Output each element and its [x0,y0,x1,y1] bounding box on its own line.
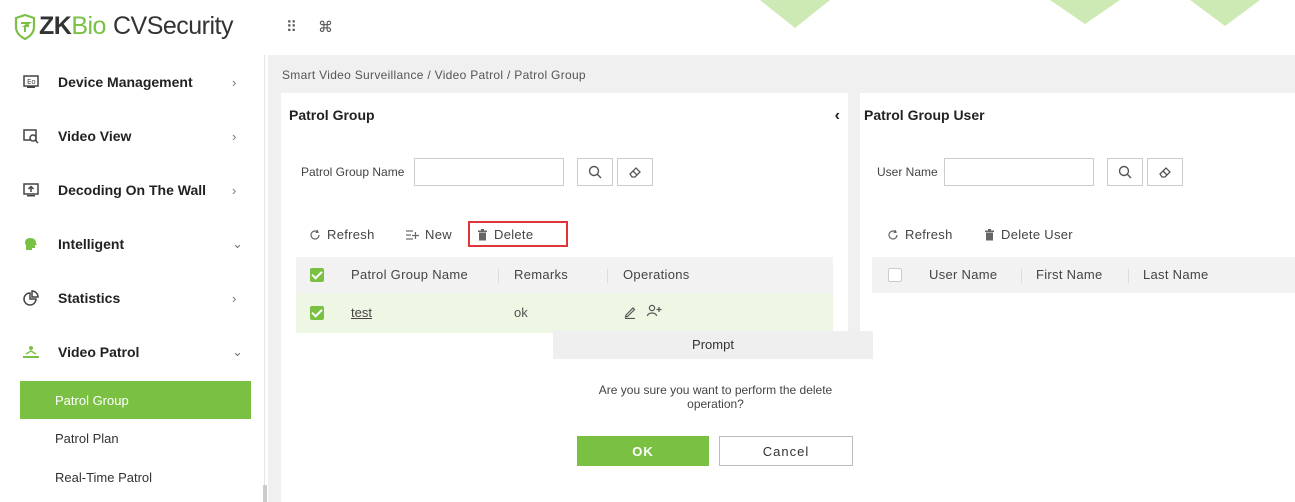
dialog-title: Prompt [553,331,873,359]
column-header-first-name[interactable]: First Name [1036,257,1103,293]
column-header-remarks[interactable]: Remarks [514,257,568,293]
delete-confirm-dialog: Prompt Are you sure you want to perform … [553,331,873,502]
top-bar: ZK Bio CVSecurity ⠿ ⌘ [0,0,1295,55]
user-name-label: User Name [877,165,938,179]
chevron-down-icon: ⌄ [232,236,243,251]
delete-user-button[interactable]: Delete User [984,227,1073,242]
sidebar-item-device-management[interactable]: Eo Device Management › [0,55,265,109]
sidebar-item-intelligent[interactable]: Intelligent ⌄ [0,217,265,271]
delete-user-label: Delete User [1001,227,1073,242]
eraser-icon [1159,167,1171,178]
dialog-message: Are you sure you want to perform the del… [598,383,833,411]
apps-grid-icon[interactable]: ⠿ [286,18,297,36]
search-icon [1118,165,1132,179]
sidebar-item-label: Statistics [58,290,121,306]
patrol-group-user-table-header: User Name First Name Last Name [872,257,1295,293]
sidebar-item-label: Intelligent [58,236,125,252]
breadcrumb: Smart Video Surveillance / Video Patrol … [282,68,586,82]
trash-icon [985,228,994,240]
sidebar-item-label: Device Management [58,74,193,90]
add-user-icon[interactable] [646,304,662,321]
sidebar-item-video-view[interactable]: Video View › [0,109,265,163]
patrol-group-table-header: Patrol Group Name Remarks Operations [296,257,833,293]
delete-highlight-box [468,221,568,247]
add-list-icon [406,229,419,240]
logo-text-cvsecurity: CVSecurity [112,12,234,40]
patrol-group-user-panel: Patrol Group User User Name Refresh Dele… [860,93,1295,502]
shield-logo-icon [14,13,36,40]
new-label: New [425,227,452,242]
clear-button[interactable] [1147,158,1183,186]
logo-text-bio: Bio [71,12,106,40]
patrol-icon [22,343,40,361]
patrol-group-name-link[interactable]: test [351,293,372,333]
patrol-group-name-label: Patrol Group Name [301,165,405,179]
sidebar-item-statistics[interactable]: Statistics › [0,271,265,325]
sidebar-subitem-patrol-group[interactable]: Patrol Group [20,381,251,419]
search-button[interactable] [577,158,613,186]
chevron-down-icon: ⌄ [232,344,243,359]
panel-title: Patrol Group [289,107,375,123]
refresh-icon [310,229,320,240]
sidebar-item-label: Video Patrol [58,344,140,360]
clear-button[interactable] [617,158,653,186]
device-icon: Eo [22,73,40,91]
collapse-panel-icon[interactable]: ‹ [835,107,840,125]
sidebar-item-video-patrol[interactable]: Video Patrol ⌄ [0,325,265,379]
refresh-button[interactable]: Refresh [887,227,953,242]
select-all-checkbox[interactable] [310,268,324,282]
column-header-user-name[interactable]: User Name [929,257,997,293]
chevron-right-icon: › [232,182,237,198]
patrol-group-name-input[interactable] [414,158,564,186]
refresh-label: Refresh [327,227,375,242]
column-divider [498,269,499,283]
column-divider [1128,269,1129,283]
sidebar-item-label: Video View [58,128,132,144]
new-button[interactable]: New [405,227,452,242]
chevron-right-icon: › [232,128,237,144]
svg-text:Eo: Eo [27,78,36,86]
search-button[interactable] [1107,158,1143,186]
select-all-checkbox[interactable] [888,268,902,282]
refresh-icon [888,229,898,240]
panel-title: Patrol Group User [864,107,985,123]
logo-text-zk: ZK [39,12,72,40]
column-divider [1021,269,1022,283]
sidebar-subitem-real-time-patrol[interactable]: Real-Time Patrol [20,458,251,496]
video-view-icon [22,127,40,145]
sidebar-item-label: Decoding On The Wall [58,182,207,198]
refresh-button[interactable]: Refresh [309,227,375,242]
sidebar-item-decoding-on-the-wall[interactable]: Decoding On The Wall › [0,163,265,217]
brain-icon [22,235,40,253]
pie-chart-icon [22,289,40,307]
eraser-icon [629,167,641,178]
column-header-operations: Operations [623,267,690,282]
search-icon [588,165,602,179]
column-header-patrol-group-name[interactable]: Patrol Group Name [351,257,468,293]
decoding-icon [22,181,40,199]
sidebar: Eo Device Management › Video View › Deco… [0,55,267,502]
chevron-right-icon: › [232,290,237,306]
remarks-cell: ok [514,305,528,320]
edit-icon[interactable] [623,305,637,322]
ok-button[interactable]: OK [577,436,709,466]
row-checkbox[interactable] [310,306,324,320]
sidebar-scrollbar[interactable] [263,485,267,502]
command-icon[interactable]: ⌘ [318,18,333,36]
cancel-button[interactable]: Cancel [719,436,853,466]
sidebar-subitem-patrol-plan[interactable]: Patrol Plan [20,419,251,457]
chevron-right-icon: › [232,74,237,90]
refresh-label: Refresh [905,227,953,242]
decorative-banner-shapes [760,0,1260,28]
user-name-input[interactable] [944,158,1094,186]
column-header-last-name[interactable]: Last Name [1143,257,1209,293]
app-logo[interactable]: ZK Bio CVSecurity [14,12,234,41]
column-divider [607,269,608,283]
table-row[interactable]: test ok [296,293,833,333]
